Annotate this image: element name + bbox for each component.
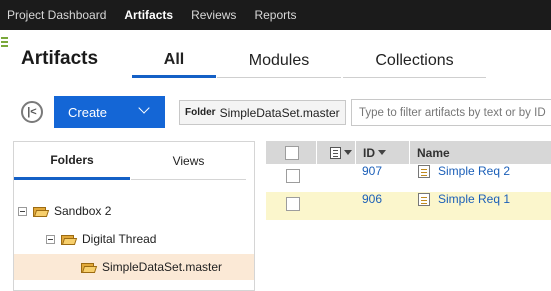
table-row[interactable]: 906 Simple Req 1: [266, 192, 551, 220]
folder-chip-value: SimpleDataSet.master: [219, 105, 340, 120]
select-all-checkbox[interactable]: [285, 145, 299, 160]
tree-item-label: Digital Thread: [82, 232, 157, 246]
chevron-down-icon[interactable]: [138, 102, 150, 114]
column-header-name-label: Name: [417, 145, 450, 160]
create-button[interactable]: Create: [54, 96, 165, 128]
folders-panel: Folders Views Sandbox 2 Digital Thread S…: [13, 141, 255, 291]
tab-collections[interactable]: Collections: [343, 45, 486, 78]
requirement-document-icon: [418, 193, 430, 206]
folder-filter-chip[interactable]: Folder SimpleDataSet.master: [179, 100, 346, 125]
column-header-name[interactable]: Name: [417, 141, 450, 164]
top-navigation-bar: Project Dashboard Artifacts Reviews Repo…: [0, 0, 551, 30]
create-button-label: Create: [68, 104, 108, 120]
nav-artifacts[interactable]: Artifacts: [124, 8, 173, 22]
tree-item-simpledataset-master[interactable]: SimpleDataSet.master: [14, 254, 254, 280]
tab-all[interactable]: All: [132, 45, 216, 78]
page-title: Artifacts: [21, 48, 99, 69]
nav-reports[interactable]: Reports: [254, 8, 296, 22]
column-header-id[interactable]: ID: [363, 141, 386, 164]
folder-icon: [61, 234, 78, 245]
grid-header: ID Name: [266, 141, 551, 164]
tree-item-label: Sandbox 2: [54, 204, 112, 218]
left-edge-strip: [0, 30, 10, 283]
tab-folders[interactable]: Folders: [14, 142, 130, 180]
tree-item-digital-thread[interactable]: Digital Thread: [14, 226, 254, 252]
collapse-icon[interactable]: [18, 206, 27, 216]
artifact-id-link[interactable]: 906: [362, 192, 382, 206]
tree-item-label: SimpleDataSet.master: [102, 260, 223, 274]
artifact-name-link[interactable]: Simple Req 1: [438, 192, 510, 206]
select-all-checkbox-cell: [285, 141, 299, 164]
tab-modules[interactable]: Modules: [217, 45, 341, 78]
collapse-icon[interactable]: [46, 234, 55, 244]
folder-icon: [33, 206, 50, 217]
table-row[interactable]: 907 Simple Req 2: [266, 164, 551, 192]
tree-item-sandbox-2[interactable]: Sandbox 2: [14, 198, 254, 224]
column-header-id-label: ID: [363, 145, 375, 160]
folder-icon: [81, 262, 98, 273]
requirement-document-icon: [418, 165, 430, 178]
filter-input[interactable]: [351, 99, 551, 126]
artifact-id-link[interactable]: 907: [362, 164, 382, 178]
tab-views[interactable]: Views: [131, 142, 246, 180]
sort-descending-icon[interactable]: [378, 150, 386, 155]
artifact-name-link[interactable]: Simple Req 2: [438, 164, 510, 178]
artifacts-grid: ID Name 907 Simple Req 2 906 Simple Req …: [266, 141, 551, 221]
back-arrow-icon[interactable]: |<: [21, 101, 43, 123]
row-checkbox[interactable]: [286, 197, 300, 211]
row-checkbox[interactable]: [286, 169, 300, 183]
sidebar-toggle-icon[interactable]: [1, 37, 8, 49]
folder-chip-key: Folder: [185, 107, 216, 118]
nav-project-dashboard[interactable]: Project Dashboard: [7, 8, 106, 22]
nav-reviews[interactable]: Reviews: [191, 8, 236, 22]
column-options-icon[interactable]: [330, 141, 352, 164]
